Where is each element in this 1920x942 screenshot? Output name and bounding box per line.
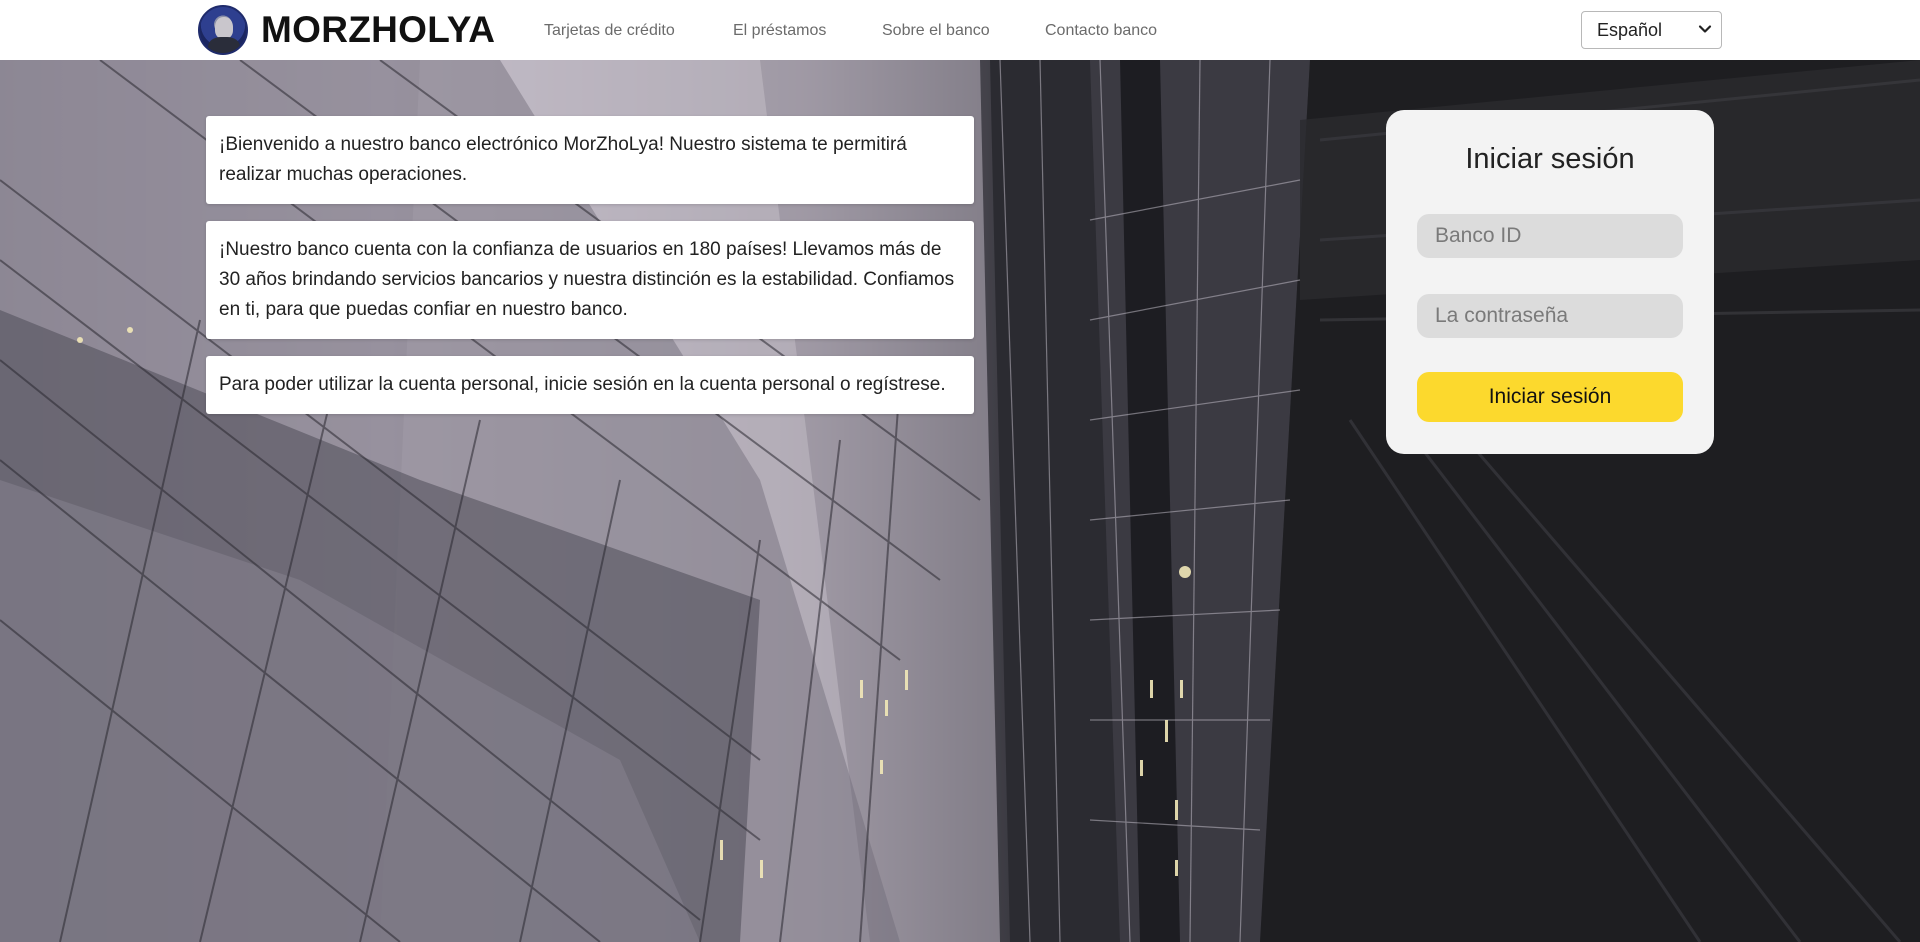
nav-loans[interactable]: El préstamos bbox=[733, 22, 826, 40]
nav-about-bank[interactable]: Sobre el banco bbox=[882, 22, 990, 40]
account-info-card: Para poder utilizar la cuenta personal, … bbox=[206, 356, 974, 414]
nav-contact-bank[interactable]: Contacto banco bbox=[1045, 22, 1157, 40]
language-select[interactable]: Español bbox=[1581, 11, 1722, 49]
login-panel: Iniciar sesión Iniciar sesión bbox=[1386, 110, 1714, 454]
account-info-text: Para poder utilizar la cuenta personal, … bbox=[219, 374, 946, 395]
language-selected-value: Español bbox=[1597, 20, 1663, 40]
trust-card: ¡Nuestro banco cuenta con la confianza d… bbox=[206, 221, 974, 339]
bank-id-input[interactable] bbox=[1417, 214, 1683, 258]
login-button[interactable]: Iniciar sesión bbox=[1417, 372, 1683, 422]
chevron-down-icon bbox=[1698, 25, 1712, 33]
password-input[interactable] bbox=[1417, 294, 1683, 338]
avatar-face bbox=[215, 17, 233, 39]
brand-name[interactable]: MORZHOLYA bbox=[261, 8, 495, 52]
nav-credit-cards[interactable]: Tarjetas de crédito bbox=[544, 22, 675, 40]
welcome-text: ¡Bienvenido a nuestro banco electrónico … bbox=[219, 134, 907, 185]
trust-text: ¡Nuestro banco cuenta con la confianza d… bbox=[219, 239, 955, 320]
avatar-body bbox=[208, 37, 240, 53]
logo-avatar[interactable] bbox=[198, 5, 248, 55]
welcome-card: ¡Bienvenido a nuestro banco electrónico … bbox=[206, 116, 974, 204]
login-title: Iniciar sesión bbox=[1465, 143, 1635, 175]
top-header: MORZHOLYA Tarjetas de crédito El préstam… bbox=[0, 0, 1920, 60]
